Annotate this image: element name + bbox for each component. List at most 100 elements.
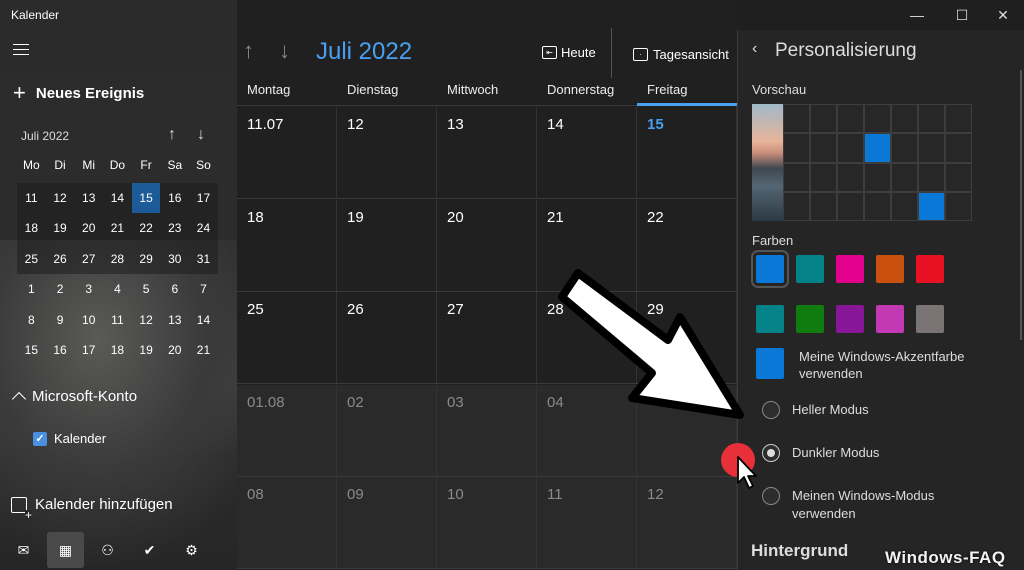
day-cell[interactable]: 03 bbox=[437, 384, 537, 476]
color-swatch[interactable] bbox=[916, 305, 944, 333]
mini-day[interactable]: 17 bbox=[189, 183, 218, 214]
day-cell[interactable]: 08 bbox=[237, 477, 337, 568]
calendar-icon[interactable]: ▦ bbox=[47, 532, 84, 568]
mini-day[interactable]: 15 bbox=[17, 335, 46, 366]
mini-day[interactable]: 5 bbox=[132, 274, 161, 305]
day-cell[interactable]: 25 bbox=[237, 292, 337, 383]
day-cell[interactable]: 20 bbox=[437, 199, 537, 291]
day-cell[interactable]: 15 bbox=[637, 107, 737, 198]
mini-calendar-month[interactable]: Juli 2022 bbox=[21, 129, 69, 143]
calendar-checkbox-item[interactable]: ✓ Kalender bbox=[33, 431, 106, 446]
new-event-button[interactable]: + Neues Ereignis bbox=[13, 82, 144, 104]
mini-day[interactable]: 9 bbox=[46, 305, 75, 336]
mini-day[interactable]: 29 bbox=[132, 244, 161, 275]
mini-day[interactable]: 2 bbox=[46, 274, 75, 305]
arrow-up-icon[interactable]: ↑ bbox=[168, 126, 176, 144]
mini-day[interactable]: 20 bbox=[74, 213, 103, 244]
mini-day[interactable]: 4 bbox=[103, 274, 132, 305]
mini-day[interactable]: 11 bbox=[103, 305, 132, 336]
add-calendar-button[interactable]: Kalender hinzufügen bbox=[11, 496, 173, 520]
color-swatch[interactable] bbox=[796, 305, 824, 333]
mini-day[interactable]: 30 bbox=[160, 244, 189, 275]
mini-day[interactable]: 27 bbox=[74, 244, 103, 275]
today-button[interactable]: ⇤ Heute bbox=[542, 45, 596, 60]
mini-day[interactable]: 14 bbox=[103, 183, 132, 214]
mini-day[interactable]: 18 bbox=[17, 213, 46, 244]
mini-day[interactable]: 17 bbox=[74, 335, 103, 366]
maximize-icon[interactable]: ☐ bbox=[941, 0, 983, 30]
mini-day[interactable]: 21 bbox=[103, 213, 132, 244]
back-chevron-icon[interactable]: ‹ bbox=[752, 40, 757, 58]
mini-day[interactable]: 13 bbox=[160, 305, 189, 336]
mini-day[interactable]: 19 bbox=[46, 213, 75, 244]
light-mode-radio[interactable]: Heller Modus bbox=[762, 401, 869, 419]
settings-icon[interactable]: ⚙ bbox=[173, 532, 210, 568]
people-icon[interactable]: ⚇ bbox=[89, 532, 126, 568]
day-cell[interactable]: 02 bbox=[337, 384, 437, 476]
mini-day[interactable]: 11 bbox=[17, 183, 46, 214]
microsoft-account-toggle[interactable]: Microsoft-Konto bbox=[11, 388, 137, 407]
accent-color-option[interactable]: Meine Windows-Akzentfarbe verwenden bbox=[799, 348, 999, 382]
hamburger-menu-icon[interactable] bbox=[13, 44, 29, 55]
mini-day[interactable]: 10 bbox=[74, 305, 103, 336]
mini-day[interactable]: 23 bbox=[160, 213, 189, 244]
color-swatch[interactable] bbox=[836, 305, 864, 333]
mini-day[interactable]: 12 bbox=[132, 305, 161, 336]
color-swatch[interactable] bbox=[876, 255, 904, 283]
mini-day[interactable]: 7 bbox=[189, 274, 218, 305]
mini-day[interactable]: 31 bbox=[189, 244, 218, 275]
mini-day[interactable]: 18 bbox=[103, 335, 132, 366]
mini-day[interactable]: 25 bbox=[17, 244, 46, 275]
checkbox-checked-icon[interactable]: ✓ bbox=[33, 431, 47, 446]
day-cell[interactable]: 18 bbox=[237, 199, 337, 291]
day-cell[interactable]: 01.08 bbox=[237, 384, 337, 476]
dark-mode-radio[interactable]: Dunkler Modus bbox=[762, 444, 879, 462]
color-swatch[interactable] bbox=[751, 250, 789, 288]
day-cell[interactable]: 26 bbox=[337, 292, 437, 383]
color-swatch[interactable] bbox=[836, 255, 864, 283]
arrow-down-icon[interactable]: ↓ bbox=[197, 126, 205, 144]
color-swatch[interactable] bbox=[876, 305, 904, 333]
previous-month-icon[interactable]: ↑ bbox=[243, 38, 254, 64]
mail-icon[interactable]: ✉ bbox=[5, 532, 42, 568]
mini-day[interactable]: 6 bbox=[160, 274, 189, 305]
minimize-icon[interactable]: — bbox=[896, 0, 938, 30]
day-cell[interactable]: 13 bbox=[437, 107, 537, 198]
day-cell[interactable]: 12 bbox=[637, 477, 737, 568]
day-cell[interactable]: 19 bbox=[337, 199, 437, 291]
mini-day[interactable]: 15 bbox=[131, 182, 161, 213]
day-cell[interactable]: 12 bbox=[337, 107, 437, 198]
color-swatch[interactable] bbox=[756, 305, 784, 333]
mini-day[interactable]: 14 bbox=[189, 305, 218, 336]
next-month-icon[interactable]: ↓ bbox=[279, 38, 290, 64]
day-cell[interactable]: 11.07 bbox=[237, 107, 337, 198]
mini-day[interactable]: 16 bbox=[46, 335, 75, 366]
day-view-button[interactable]: · Tagesansicht bbox=[633, 47, 729, 62]
day-cell[interactable]: 27 bbox=[437, 292, 537, 383]
mini-day[interactable]: 24 bbox=[189, 213, 218, 244]
mini-day[interactable]: 20 bbox=[160, 335, 189, 366]
mini-day[interactable]: 8 bbox=[17, 305, 46, 336]
mini-day[interactable]: 13 bbox=[74, 183, 103, 214]
mini-day[interactable]: 1 bbox=[17, 274, 46, 305]
windows-mode-radio[interactable]: Meinen Windows-Modus verwenden bbox=[762, 487, 952, 523]
mini-day[interactable]: 12 bbox=[46, 183, 75, 214]
mini-day[interactable]: 16 bbox=[160, 183, 189, 214]
month-title[interactable]: Juli 2022 bbox=[316, 38, 412, 66]
day-cell[interactable]: 11 bbox=[537, 477, 637, 568]
mini-day[interactable]: 26 bbox=[46, 244, 75, 275]
color-swatch[interactable] bbox=[916, 255, 944, 283]
color-swatch[interactable] bbox=[796, 255, 824, 283]
todo-icon[interactable]: ✔ bbox=[131, 532, 168, 568]
mini-day[interactable]: 22 bbox=[132, 213, 161, 244]
mini-day[interactable]: 19 bbox=[132, 335, 161, 366]
accent-color-swatch[interactable] bbox=[756, 348, 784, 379]
mini-day[interactable]: 28 bbox=[103, 244, 132, 275]
panel-scrollbar[interactable] bbox=[1020, 70, 1022, 340]
mini-day[interactable]: 21 bbox=[189, 335, 218, 366]
day-cell[interactable]: 14 bbox=[537, 107, 637, 198]
day-cell[interactable]: 09 bbox=[337, 477, 437, 568]
close-icon[interactable]: ✕ bbox=[982, 0, 1024, 30]
mini-day[interactable]: 3 bbox=[74, 274, 103, 305]
day-cell[interactable]: 10 bbox=[437, 477, 537, 568]
